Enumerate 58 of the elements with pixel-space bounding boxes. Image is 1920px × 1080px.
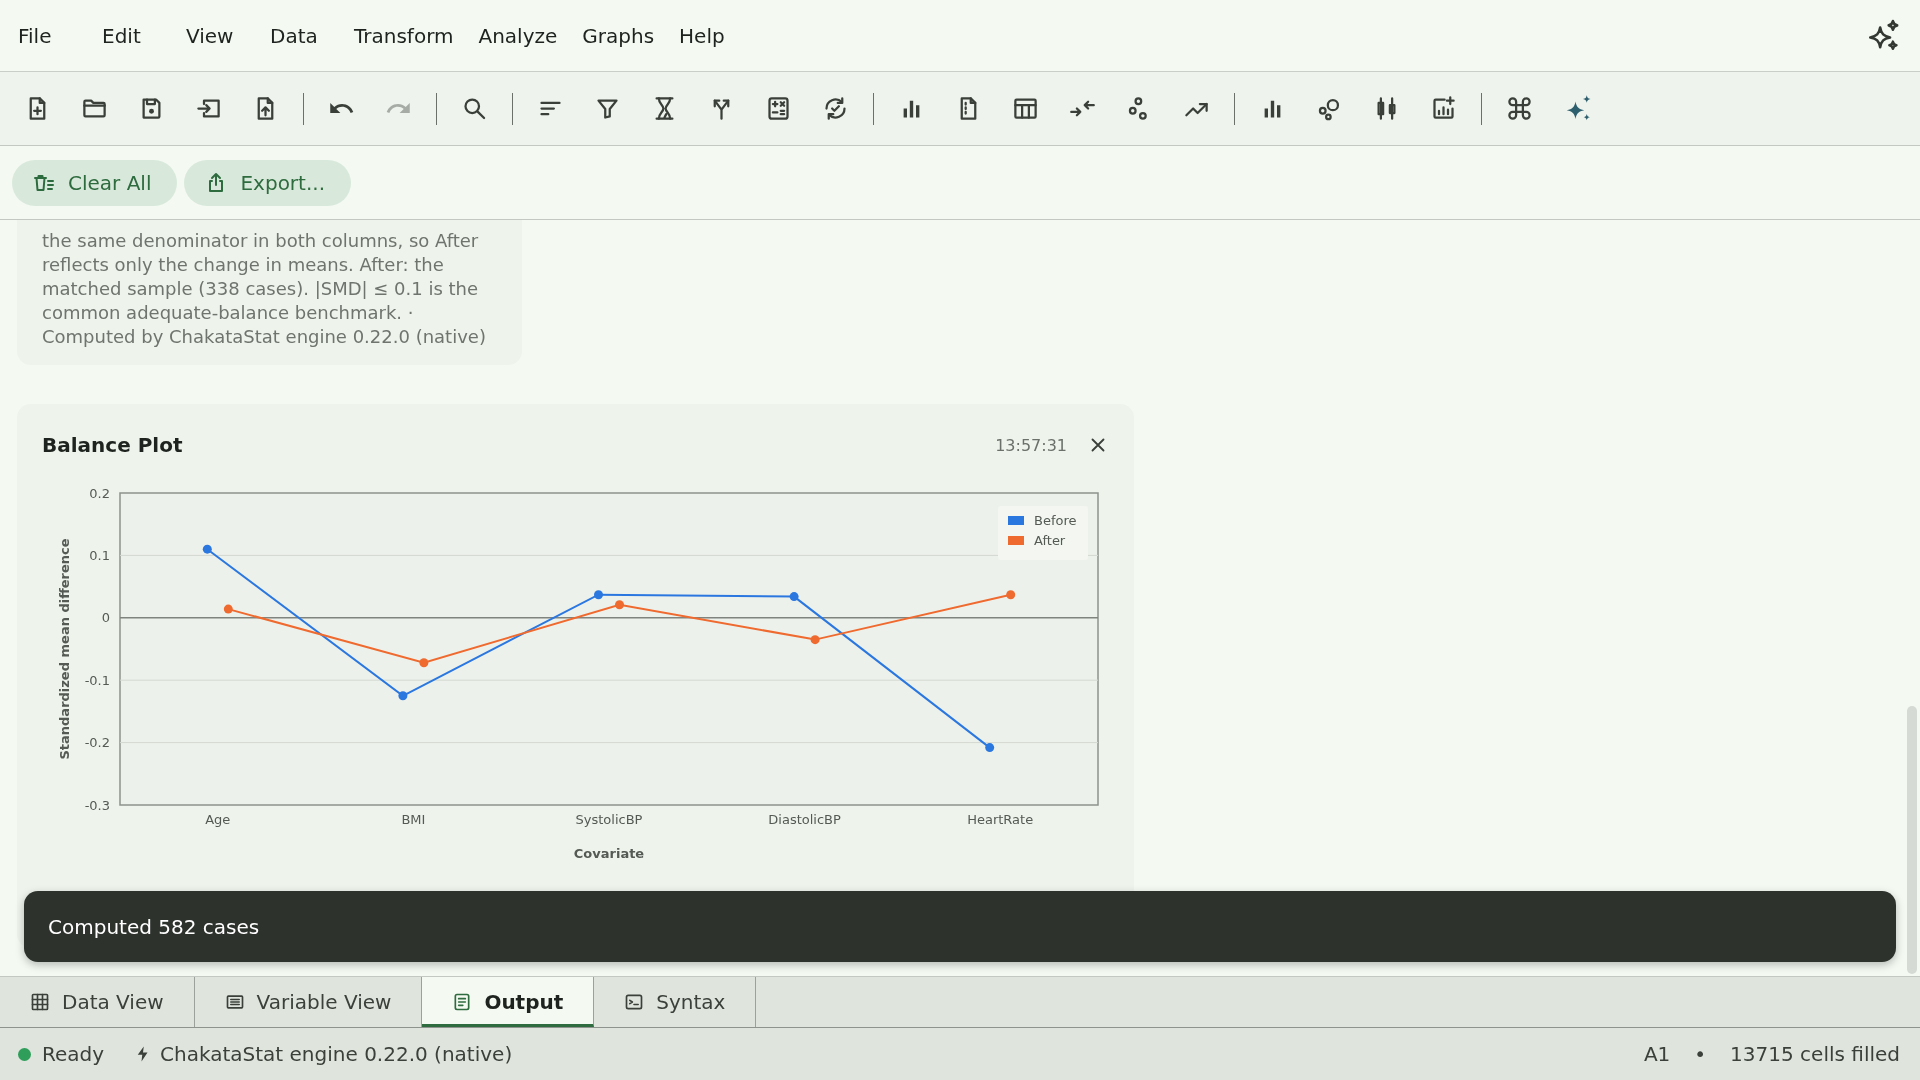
category-label: HeartRate [967, 812, 1034, 827]
category-label: BMI [401, 812, 426, 827]
category-label: DiastolicBP [768, 812, 841, 827]
list-icon [224, 992, 245, 1012]
view-tab[interactable]: Output [422, 977, 595, 1027]
status-dot-icon [18, 1047, 31, 1061]
cell-reference: A1 [1643, 1042, 1671, 1066]
menu-item[interactable]: Edit [102, 23, 161, 48]
command-icon[interactable] [1506, 95, 1533, 122]
data-point [789, 592, 799, 602]
menu-item[interactable]: Help [679, 23, 739, 48]
legend-label: Before [1034, 513, 1077, 528]
data-point [202, 544, 212, 554]
axis-tick-label: 0.2 [89, 485, 110, 501]
search-icon[interactable] [461, 95, 488, 122]
separator-dot: • [1694, 1042, 1707, 1066]
status-text: Ready [42, 1042, 105, 1066]
table-icon[interactable] [1012, 95, 1039, 122]
x-axis-title: Covariate [573, 846, 645, 861]
axis-tick-label: -0.1 [84, 672, 110, 688]
legend-label: After [1034, 533, 1066, 548]
y-axis-title: Standardized mean difference [57, 538, 72, 760]
document-icon [452, 992, 473, 1012]
menu-item[interactable]: Graphs [582, 23, 655, 48]
engine-label: ChakataStat engine 0.22.0 (native) [160, 1042, 513, 1066]
data-point [398, 691, 408, 701]
chart-plus-icon[interactable] [1430, 95, 1457, 122]
toast: Computed 582 cases [24, 891, 1896, 962]
menu-item[interactable]: Analyze [478, 23, 558, 48]
menu-item[interactable]: Data [270, 23, 329, 48]
data-point [1006, 590, 1016, 600]
note-text: the same denominator in both columns, so After reflects only the change in means. After: the matched sample (338 cases). |SMD| ≤ 0.1 is the common adequate-balance benchmark. · Computed by ChakataStat engine 0.22.0 (native) [42, 229, 487, 349]
timestamp: 13:57:31 [995, 435, 1067, 455]
terminal-icon [624, 992, 645, 1012]
card-title: Balance Plot [42, 433, 184, 457]
menu-item[interactable]: View [186, 23, 245, 48]
calculator-icon[interactable] [765, 95, 792, 122]
data-point [615, 600, 624, 610]
grid-icon [30, 992, 50, 1012]
axis-tick-label: 0.1 [89, 547, 110, 563]
clear-all-button[interactable]: Clear All [12, 159, 178, 206]
data-point [985, 743, 995, 753]
data-point [810, 635, 820, 645]
data-point [223, 604, 233, 614]
axis-tick-label: -0.3 [84, 797, 110, 813]
cells-filled-count: 13715 cells filled [1730, 1042, 1900, 1066]
menu-item[interactable]: Transform [354, 23, 454, 48]
data-point [594, 590, 603, 600]
axis-tick-label: 0 [101, 610, 110, 626]
data-point [419, 658, 429, 668]
sync-check-icon[interactable] [822, 95, 849, 122]
export-button[interactable]: Export... [184, 159, 351, 206]
menu-item[interactable]: File [18, 23, 77, 48]
category-label: Age [205, 812, 231, 827]
axis-tick-label: -0.2 [84, 735, 110, 751]
category-label: SystolicBP [575, 812, 643, 827]
scrollbar-thumb[interactable] [1907, 706, 1917, 974]
sparkle-icon[interactable] [1866, 18, 1900, 53]
